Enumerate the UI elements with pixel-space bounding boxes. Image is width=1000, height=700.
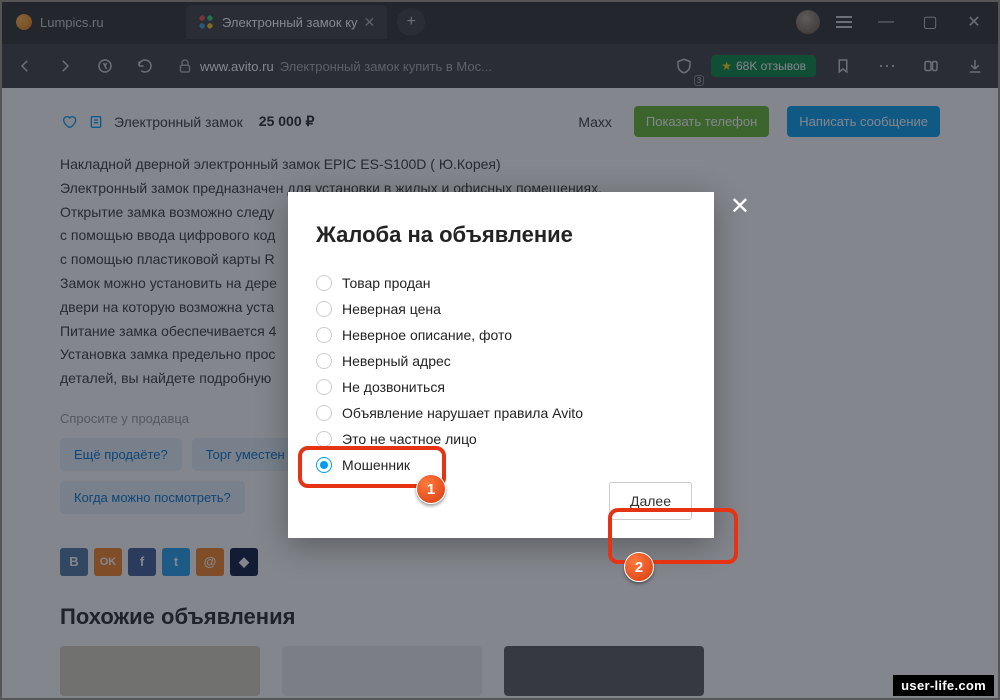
report-option[interactable]: Неверная цена xyxy=(316,296,686,322)
radio-icon xyxy=(316,353,332,369)
watermark: user-life.com xyxy=(893,675,994,696)
report-option[interactable]: Объявление нарушает правила Avito xyxy=(316,400,686,426)
option-label: Мошенник xyxy=(342,457,410,473)
modal-close-icon[interactable]: ✕ xyxy=(730,192,750,221)
option-label: Объявление нарушает правила Avito xyxy=(342,405,583,421)
option-label: Не дозвониться xyxy=(342,379,445,395)
radio-icon xyxy=(316,301,332,317)
radio-icon xyxy=(316,457,332,473)
radio-icon xyxy=(316,379,332,395)
callout-bubble: 1 xyxy=(416,474,446,504)
report-option[interactable]: Неверный адрес xyxy=(316,348,686,374)
report-option[interactable]: Товар продан xyxy=(316,270,686,296)
option-label: Неверная цена xyxy=(342,301,441,317)
radio-icon xyxy=(316,431,332,447)
radio-icon xyxy=(316,405,332,421)
report-option[interactable]: Это не частное лицо xyxy=(316,426,686,452)
report-option-selected[interactable]: Мошенник xyxy=(316,452,686,478)
radio-icon xyxy=(316,275,332,291)
modal-title: Жалоба на объявление xyxy=(316,222,686,248)
radio-icon xyxy=(316,327,332,343)
report-option[interactable]: Не дозвониться xyxy=(316,374,686,400)
report-option[interactable]: Неверное описание, фото xyxy=(316,322,686,348)
option-label: Это не частное лицо xyxy=(342,431,477,447)
report-modal: Жалоба на объявление Товар продан Неверн… xyxy=(288,192,714,538)
option-label: Неверный адрес xyxy=(342,353,451,369)
next-button[interactable]: Далее xyxy=(609,482,692,520)
option-label: Товар продан xyxy=(342,275,431,291)
option-label: Неверное описание, фото xyxy=(342,327,512,343)
callout-bubble: 2 xyxy=(624,552,654,582)
